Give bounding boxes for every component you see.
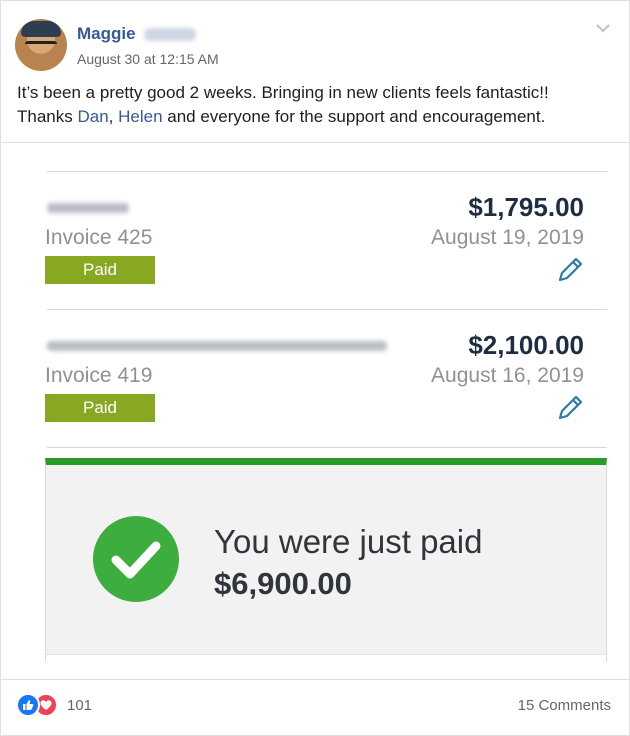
like-icon[interactable] <box>16 693 40 717</box>
text-prefix: Thanks <box>17 107 78 126</box>
invoice-number: Invoice 425 <box>45 226 153 249</box>
client-name-redacted <box>47 203 129 213</box>
client-name-redacted <box>47 341 387 351</box>
avatar[interactable] <box>15 19 67 71</box>
payment-notification: You were just paid $6,900.00 <box>45 458 607 662</box>
invoice-date: August 16, 2019 <box>431 364 584 387</box>
avatar-hat <box>21 21 61 37</box>
payment-message: You were just paid <box>214 523 483 560</box>
divider <box>1 679 629 680</box>
invoice-amount: $1,795.00 <box>468 192 584 222</box>
status-badge: Paid <box>45 256 155 284</box>
avatar-glasses <box>25 41 57 51</box>
banner-bottom <box>46 654 606 662</box>
invoice-divider <box>47 447 607 448</box>
check-circle-icon <box>92 515 180 603</box>
text-suffix: and everyone for the support and encoura… <box>162 107 546 126</box>
payment-total: $6,900.00 <box>214 566 352 601</box>
invoice-date: August 19, 2019 <box>431 226 584 249</box>
invoice-screenshot[interactable]: $1,795.00 Invoice 425 August 19, 2019 Pa… <box>27 147 607 662</box>
invoice-divider <box>47 309 607 310</box>
post-text-line-1: It’s been a pretty good 2 weeks. Bringin… <box>17 83 549 102</box>
divider <box>1 142 629 143</box>
text-separator: , <box>108 107 119 126</box>
post-text: It’s been a pretty good 2 weeks. Bringin… <box>17 81 617 129</box>
feed-post: Maggie August 30 at 12:15 AM It’s been a… <box>0 0 630 736</box>
author-surname-redacted <box>144 28 196 41</box>
status-badge: Paid <box>45 394 155 422</box>
chevron-down-icon[interactable] <box>595 21 611 35</box>
post-text-line-2: Thanks Dan, Helen and everyone for the s… <box>17 105 617 129</box>
comments-count[interactable]: 15 Comments <box>518 697 611 714</box>
invoice-divider <box>47 171 607 172</box>
invoice-amount: $2,100.00 <box>468 330 584 360</box>
author-name[interactable]: Maggie <box>77 24 136 44</box>
pencil-icon[interactable] <box>555 393 585 423</box>
pencil-icon[interactable] <box>555 255 585 285</box>
post-timestamp[interactable]: August 30 at 12:15 AM <box>77 51 219 67</box>
reaction-count[interactable]: 101 <box>67 697 92 714</box>
mention-helen[interactable]: Helen <box>118 107 162 126</box>
invoice-number: Invoice 419 <box>45 364 153 387</box>
mention-dan[interactable]: Dan <box>77 107 108 126</box>
